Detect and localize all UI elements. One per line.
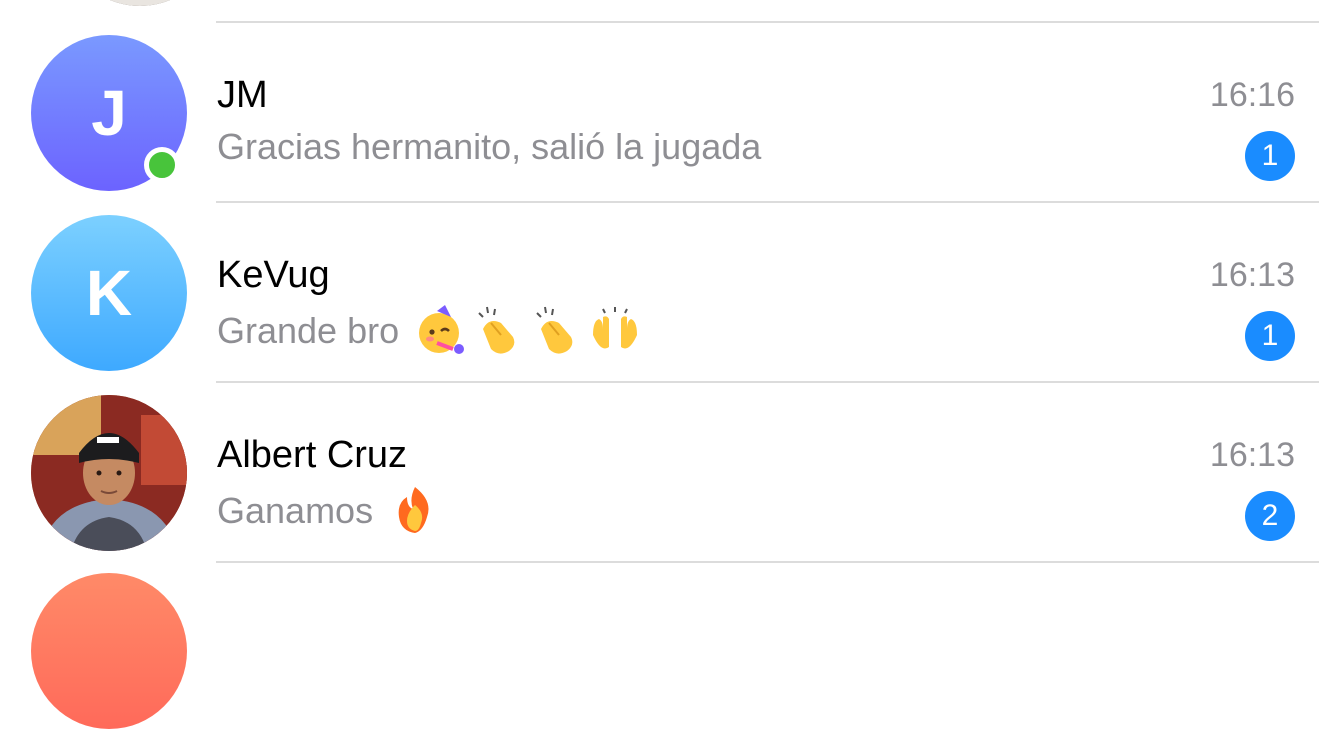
- clapping-hands-emoji: [478, 306, 515, 354]
- profile-photo: [31, 395, 187, 551]
- previous-chat-avatar[interactable]: [62, 0, 218, 6]
- avatar: K: [31, 215, 187, 371]
- chat-time: 16:13: [1209, 256, 1295, 294]
- partying-face-emoji: [419, 305, 465, 354]
- online-status-indicator: [144, 147, 180, 183]
- avatar-initial: J: [91, 77, 127, 149]
- emoji-group: [415, 305, 641, 357]
- clapping-hands-emoji: [536, 306, 573, 354]
- raising-hands-emoji: [593, 307, 638, 349]
- divider: [216, 561, 1319, 563]
- unread-badge: 1: [1245, 131, 1295, 181]
- unread-badge: 1: [1245, 311, 1295, 361]
- chat-preview: Gracias hermanito, salió la jugada: [217, 125, 761, 169]
- chat-time: 16:13: [1209, 436, 1295, 474]
- preview-text: Gracias hermanito, salió la jugada: [217, 126, 762, 167]
- chat-row-albert-cruz[interactable]: Albert Cruz Ganamos 16:13 2: [0, 383, 1319, 563]
- chat-preview: Grande bro: [217, 305, 641, 357]
- chat-time: 16:16: [1209, 76, 1295, 114]
- avatar: J: [31, 35, 187, 191]
- preview-text: Grande bro: [217, 310, 400, 351]
- emoji-group: [389, 485, 441, 537]
- fire-emoji: [398, 487, 429, 533]
- chat-name: KeVug: [217, 254, 330, 296]
- chat-name: JM: [217, 74, 268, 116]
- chat-preview: Ganamos: [217, 485, 441, 537]
- chat-row-kevug[interactable]: K KeVug Grande bro 16:13 1: [0, 203, 1319, 383]
- avatar-initial: K: [85, 257, 133, 329]
- next-chat-avatar[interactable]: [31, 573, 187, 729]
- preview-text: Ganamos: [217, 490, 374, 531]
- unread-badge: 2: [1245, 491, 1295, 541]
- chat-name: Albert Cruz: [217, 434, 408, 476]
- chat-row-jm[interactable]: J JM Gracias hermanito, salió la jugada …: [0, 23, 1319, 203]
- avatar-photo: [31, 395, 187, 551]
